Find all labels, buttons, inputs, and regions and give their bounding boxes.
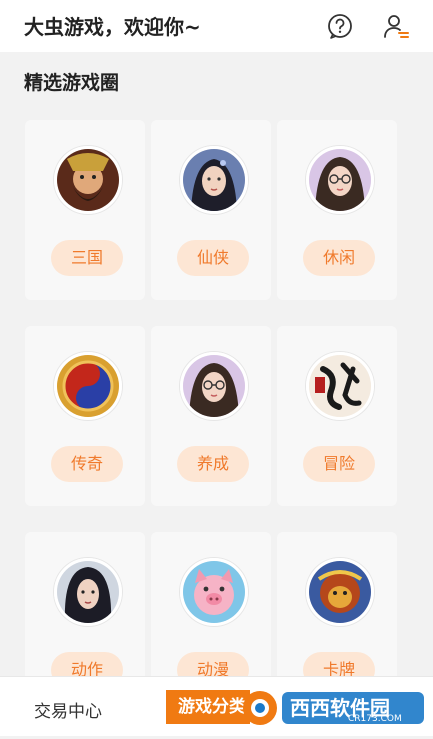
game-circle-card-card[interactable]: 卡牌 bbox=[277, 532, 397, 680]
game-circle-card-anime[interactable]: 动漫 bbox=[151, 532, 271, 680]
game-circle-card-sanguo[interactable]: 三国 bbox=[25, 120, 145, 300]
game-circle-card-xianxia[interactable]: 仙侠 bbox=[151, 120, 271, 300]
game-circle-card-adventure[interactable]: 冒险 bbox=[277, 326, 397, 506]
welcome-title: 大虫游戏，欢迎你~ bbox=[24, 15, 201, 39]
game-circle-card-nurture[interactable]: 养成 bbox=[151, 326, 271, 506]
xianxia-lady-icon bbox=[180, 146, 248, 214]
site-watermark: 西西软件园 CR173.COM bbox=[238, 680, 433, 735]
category-tag: 休闲 bbox=[303, 240, 375, 276]
category-tag: 冒险 bbox=[303, 446, 375, 482]
watermark-subtext: CR173.COM bbox=[348, 714, 402, 724]
game-circle-card-action[interactable]: 动作 bbox=[25, 532, 145, 680]
calligraphy-logo-icon bbox=[306, 352, 374, 420]
category-tag: 传奇 bbox=[51, 446, 123, 482]
category-tag: 三国 bbox=[51, 240, 123, 276]
user-profile-icon[interactable] bbox=[382, 12, 410, 40]
red-blue-orb-icon bbox=[54, 352, 122, 420]
game-circle-card-casual[interactable]: 休闲 bbox=[277, 120, 397, 300]
swordswoman-icon bbox=[54, 558, 122, 626]
app-header: 大虫游戏，欢迎你~ bbox=[0, 0, 433, 52]
category-tag: 养成 bbox=[177, 446, 249, 482]
monkey-king-icon bbox=[306, 558, 374, 626]
game-circle-card-legend[interactable]: 传奇 bbox=[25, 326, 145, 506]
help-icon[interactable] bbox=[326, 12, 354, 40]
category-tag: 仙侠 bbox=[177, 240, 249, 276]
warrior-general-icon bbox=[54, 146, 122, 214]
glasses-girl-icon bbox=[306, 146, 374, 214]
tab-trade-center[interactable]: 交易中心 bbox=[34, 697, 102, 722]
pink-pig-character-icon bbox=[180, 558, 248, 626]
glasses-girl-icon bbox=[180, 352, 248, 420]
section-title: 精选游戏圈 bbox=[24, 72, 120, 94]
game-circle-grid: 三国 仙侠 休闲 传奇 养成 冒险 动作 动漫 卡牌 bbox=[25, 120, 405, 680]
